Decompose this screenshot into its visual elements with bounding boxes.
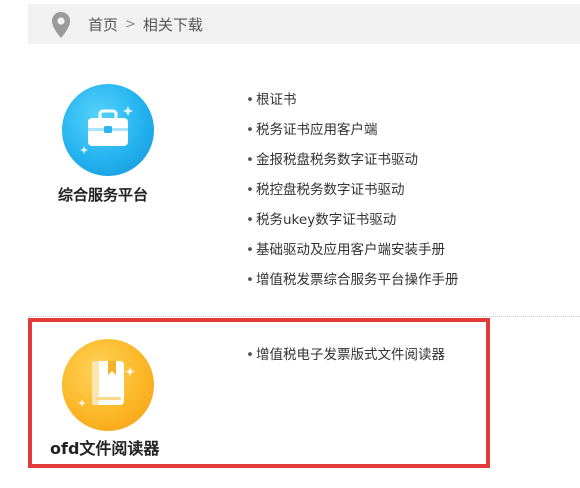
download-link[interactable]: 税务ukey数字证书驱动: [256, 212, 396, 228]
breadcrumb-trail: 首页 > 相关下载: [88, 4, 203, 44]
list-item: • 基础驱动及应用客户端安装手册: [246, 238, 459, 268]
location-pin-icon: [52, 12, 70, 38]
download-link[interactable]: 增值税发票综合服务平台操作手册: [256, 272, 459, 288]
breadcrumb-separator: >: [125, 16, 136, 32]
bullet: •: [246, 152, 254, 168]
section-service-platform: 综合服务平台 • 根证书 • 税务证书应用客户端 • 金报税盘税务数字证书驱动 • 税控…: [28, 60, 580, 310]
list-item: • 增值税发票综合服务平台操作手册: [246, 268, 459, 298]
download-link[interactable]: 根证书: [256, 92, 297, 108]
bullet: •: [246, 92, 254, 108]
bullet: •: [246, 182, 254, 198]
breadcrumb-current: 相关下载: [142, 15, 203, 34]
highlight-box: [28, 318, 490, 468]
briefcase-icon: [62, 84, 154, 176]
list-item: • 税务ukey数字证书驱动: [246, 208, 459, 238]
list-item: • 税控盘税务数字证书驱动: [246, 178, 459, 208]
bullet: •: [246, 122, 254, 138]
downloads-page: 首页 > 相关下载 综合服务平台 • 根证书 • 税务证书应用客户端 • 金报税盘税务: [0, 0, 580, 488]
download-link[interactable]: 基础驱动及应用客户端安装手册: [256, 242, 445, 258]
download-list: • 根证书 • 税务证书应用客户端 • 金报税盘税务数字证书驱动 • 税控盘税务数字证书…: [246, 88, 459, 298]
bullet: •: [246, 242, 254, 258]
breadcrumb-home-link[interactable]: 首页: [88, 14, 118, 35]
download-link[interactable]: 税控盘税务数字证书驱动: [256, 182, 405, 198]
list-item: • 根证书: [246, 88, 459, 118]
list-item: • 税务证书应用客户端: [246, 118, 459, 148]
bullet: •: [246, 212, 254, 228]
breadcrumb: 首页 > 相关下载: [28, 4, 580, 44]
download-link[interactable]: 金报税盘税务数字证书驱动: [256, 152, 418, 168]
bullet: •: [246, 272, 254, 288]
list-item: • 金报税盘税务数字证书驱动: [246, 148, 459, 178]
section-title: 综合服务平台: [58, 186, 149, 204]
download-link[interactable]: 税务证书应用客户端: [256, 122, 378, 138]
